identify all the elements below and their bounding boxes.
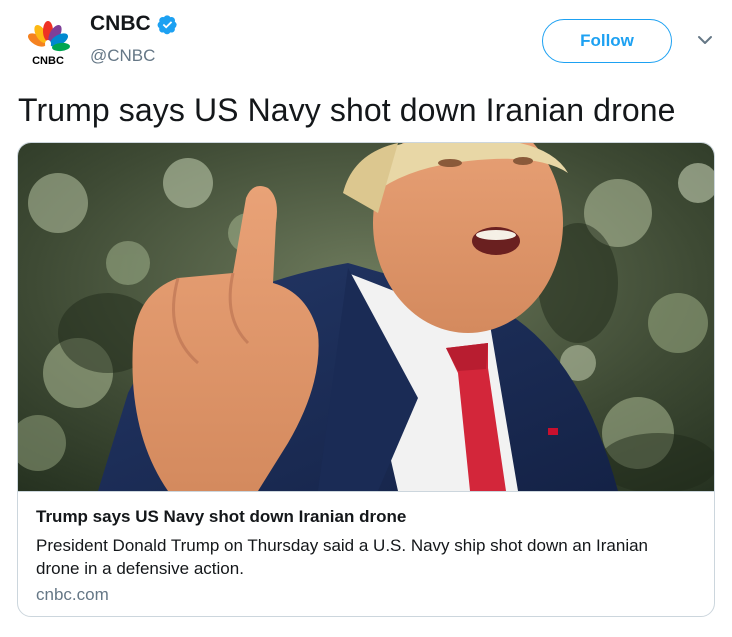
tweet-text: Trump says US Navy shot down Iranian dro… bbox=[18, 92, 676, 128]
card-domain[interactable]: cnbc.com bbox=[36, 585, 109, 605]
tweet-header: CNBC CNBC @CNBC Follow bbox=[0, 0, 732, 80]
card-image[interactable] bbox=[18, 143, 714, 492]
verified-badge-icon bbox=[157, 14, 178, 35]
photo-president-pointing-icon bbox=[18, 143, 714, 491]
author-handle[interactable]: @CNBC bbox=[90, 46, 155, 66]
card-description[interactable]: President Donald Trump on Thursday said … bbox=[36, 534, 686, 580]
follow-button[interactable]: Follow bbox=[542, 19, 672, 63]
card-title[interactable]: Trump says US Navy shot down Iranian dro… bbox=[36, 507, 406, 527]
avatar[interactable]: CNBC bbox=[20, 14, 76, 70]
author-name-row[interactable]: CNBC bbox=[90, 12, 178, 36]
chevron-down-icon[interactable] bbox=[695, 34, 715, 48]
avatar-logo-text: CNBC bbox=[32, 55, 64, 67]
author-display-name[interactable]: CNBC bbox=[90, 12, 151, 36]
link-card[interactable]: Trump says US Navy shot down Iranian dro… bbox=[17, 142, 715, 617]
cnbc-peacock-logo-icon: CNBC bbox=[27, 21, 70, 67]
